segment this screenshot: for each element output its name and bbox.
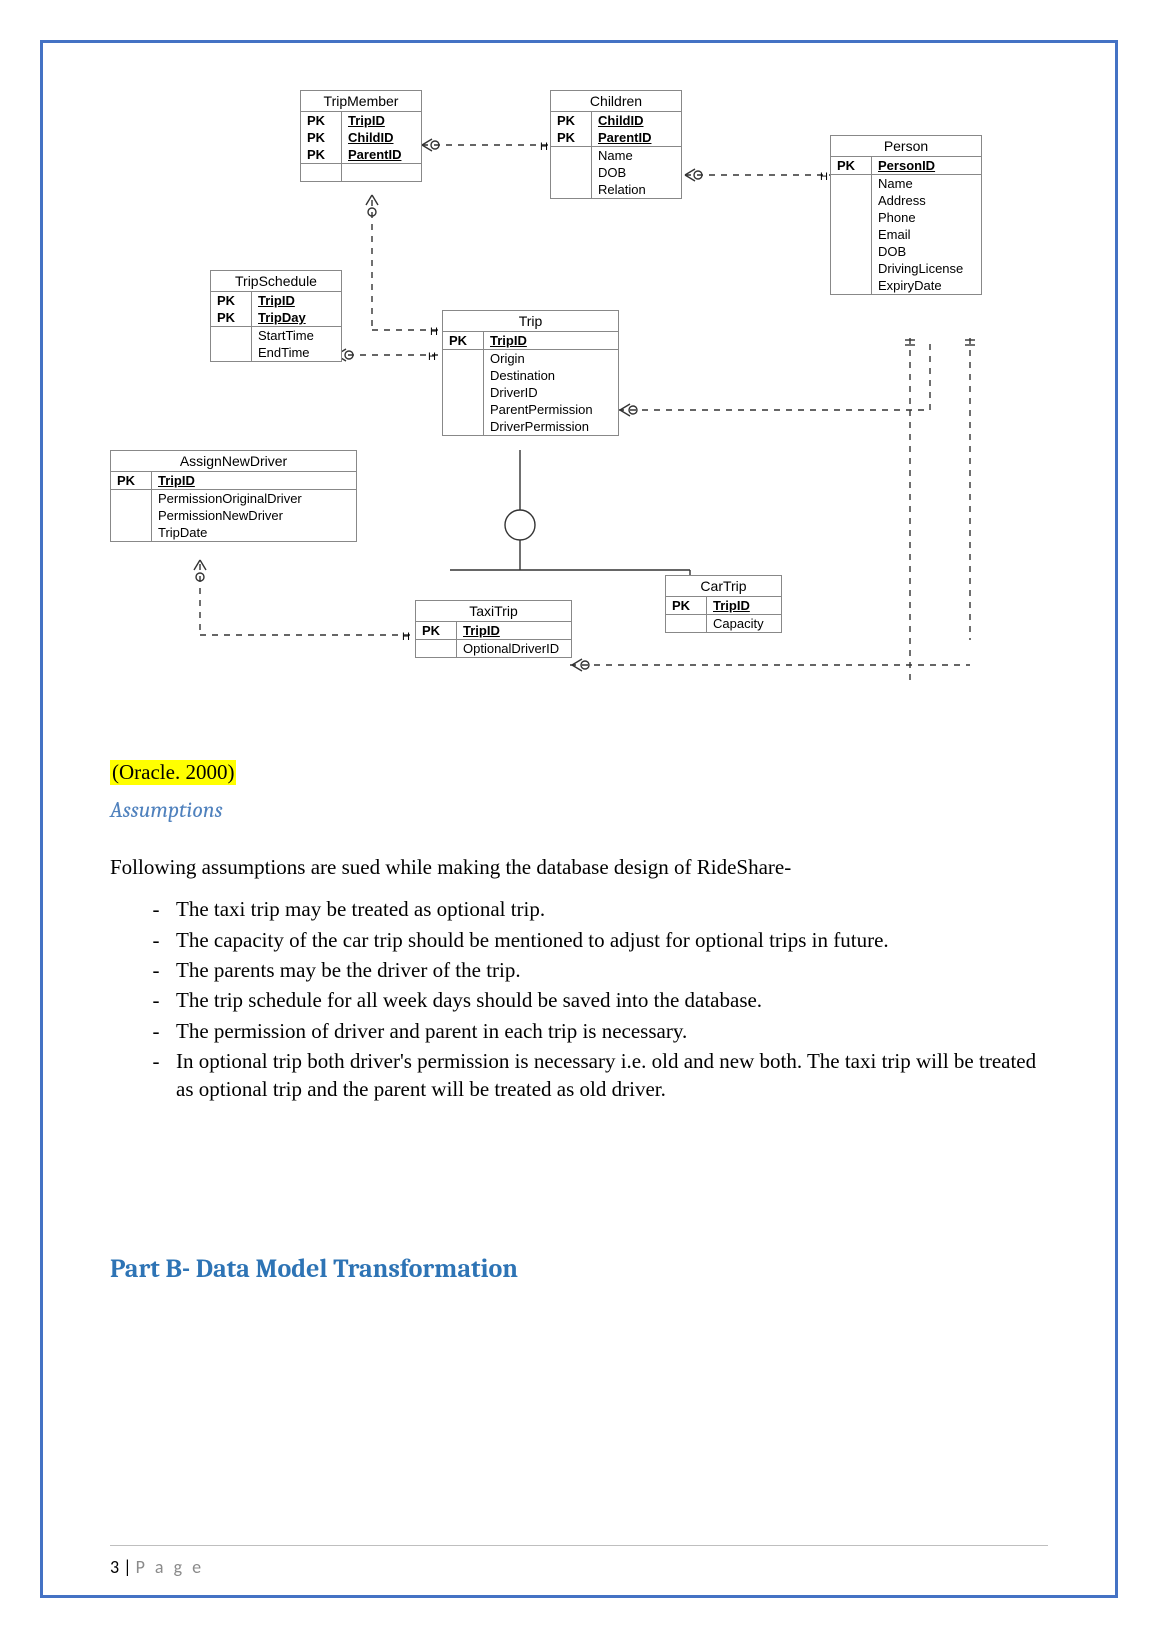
entity-title: Person [831,136,981,157]
entity-title: Trip [443,311,618,332]
entity-cartrip: CarTrip PKTripID Capacity [665,575,782,633]
entity-title: Children [551,91,681,112]
entity-person: Person PKPersonID Name Address Phone Ema… [830,135,982,295]
footer-divider [110,1545,1048,1546]
entity-title: CarTrip [666,576,781,597]
page-footer: 3 | P a g e [110,1556,204,1578]
assumptions-heading: Assumptions [110,797,1048,823]
entity-assignnewdriver: AssignNewDriver PKTripID PermissionOrigi… [110,450,357,542]
entity-title: AssignNewDriver [111,451,356,472]
svg-text:H: H [820,171,828,183]
content-area: H H H H [110,80,1048,1558]
page-label: P a g e [136,1556,205,1578]
svg-text:H: H [402,631,410,643]
er-diagram: H H H H [110,80,1030,700]
entity-taxitrip: TaxiTrip PKTripID OptionalDriverID [415,600,572,658]
list-item: In optional trip both driver's permissio… [170,1047,1048,1104]
list-item: The capacity of the car trip should be m… [170,926,1048,954]
svg-text:H: H [540,141,548,153]
entity-tripmember: TripMember PKTripID PKChildID PKParentID [300,90,422,182]
list-item: The trip schedule for all week days shou… [170,986,1048,1014]
list-item: The taxi trip may be treated as optional… [170,895,1048,923]
assumptions-intro: Following assumptions are sued while mak… [110,853,1048,881]
entity-title: TaxiTrip [416,601,571,622]
citation-highlight: (Oracle. 2000) [110,760,236,785]
assumptions-list: The taxi trip may be treated as optional… [110,895,1048,1103]
list-item: The permission of driver and parent in e… [170,1017,1048,1045]
entity-tripschedule: TripSchedule PKTripID PKTripDay StartTim… [210,270,342,362]
part-b-heading: Part B- Data Model Transformation [110,1254,1048,1284]
list-item: The parents may be the driver of the tri… [170,956,1048,984]
entity-children: Children PKChildID PKParentID Name DOB R… [550,90,682,199]
svg-text:H: H [428,351,436,363]
page-number: 3 [110,1556,119,1578]
entity-title: TripMember [301,91,421,112]
entity-trip: Trip PKTripID Origin Destination DriverI… [442,310,619,436]
page: H H H H [0,0,1158,1638]
entity-title: TripSchedule [211,271,341,292]
svg-text:H: H [430,326,438,338]
